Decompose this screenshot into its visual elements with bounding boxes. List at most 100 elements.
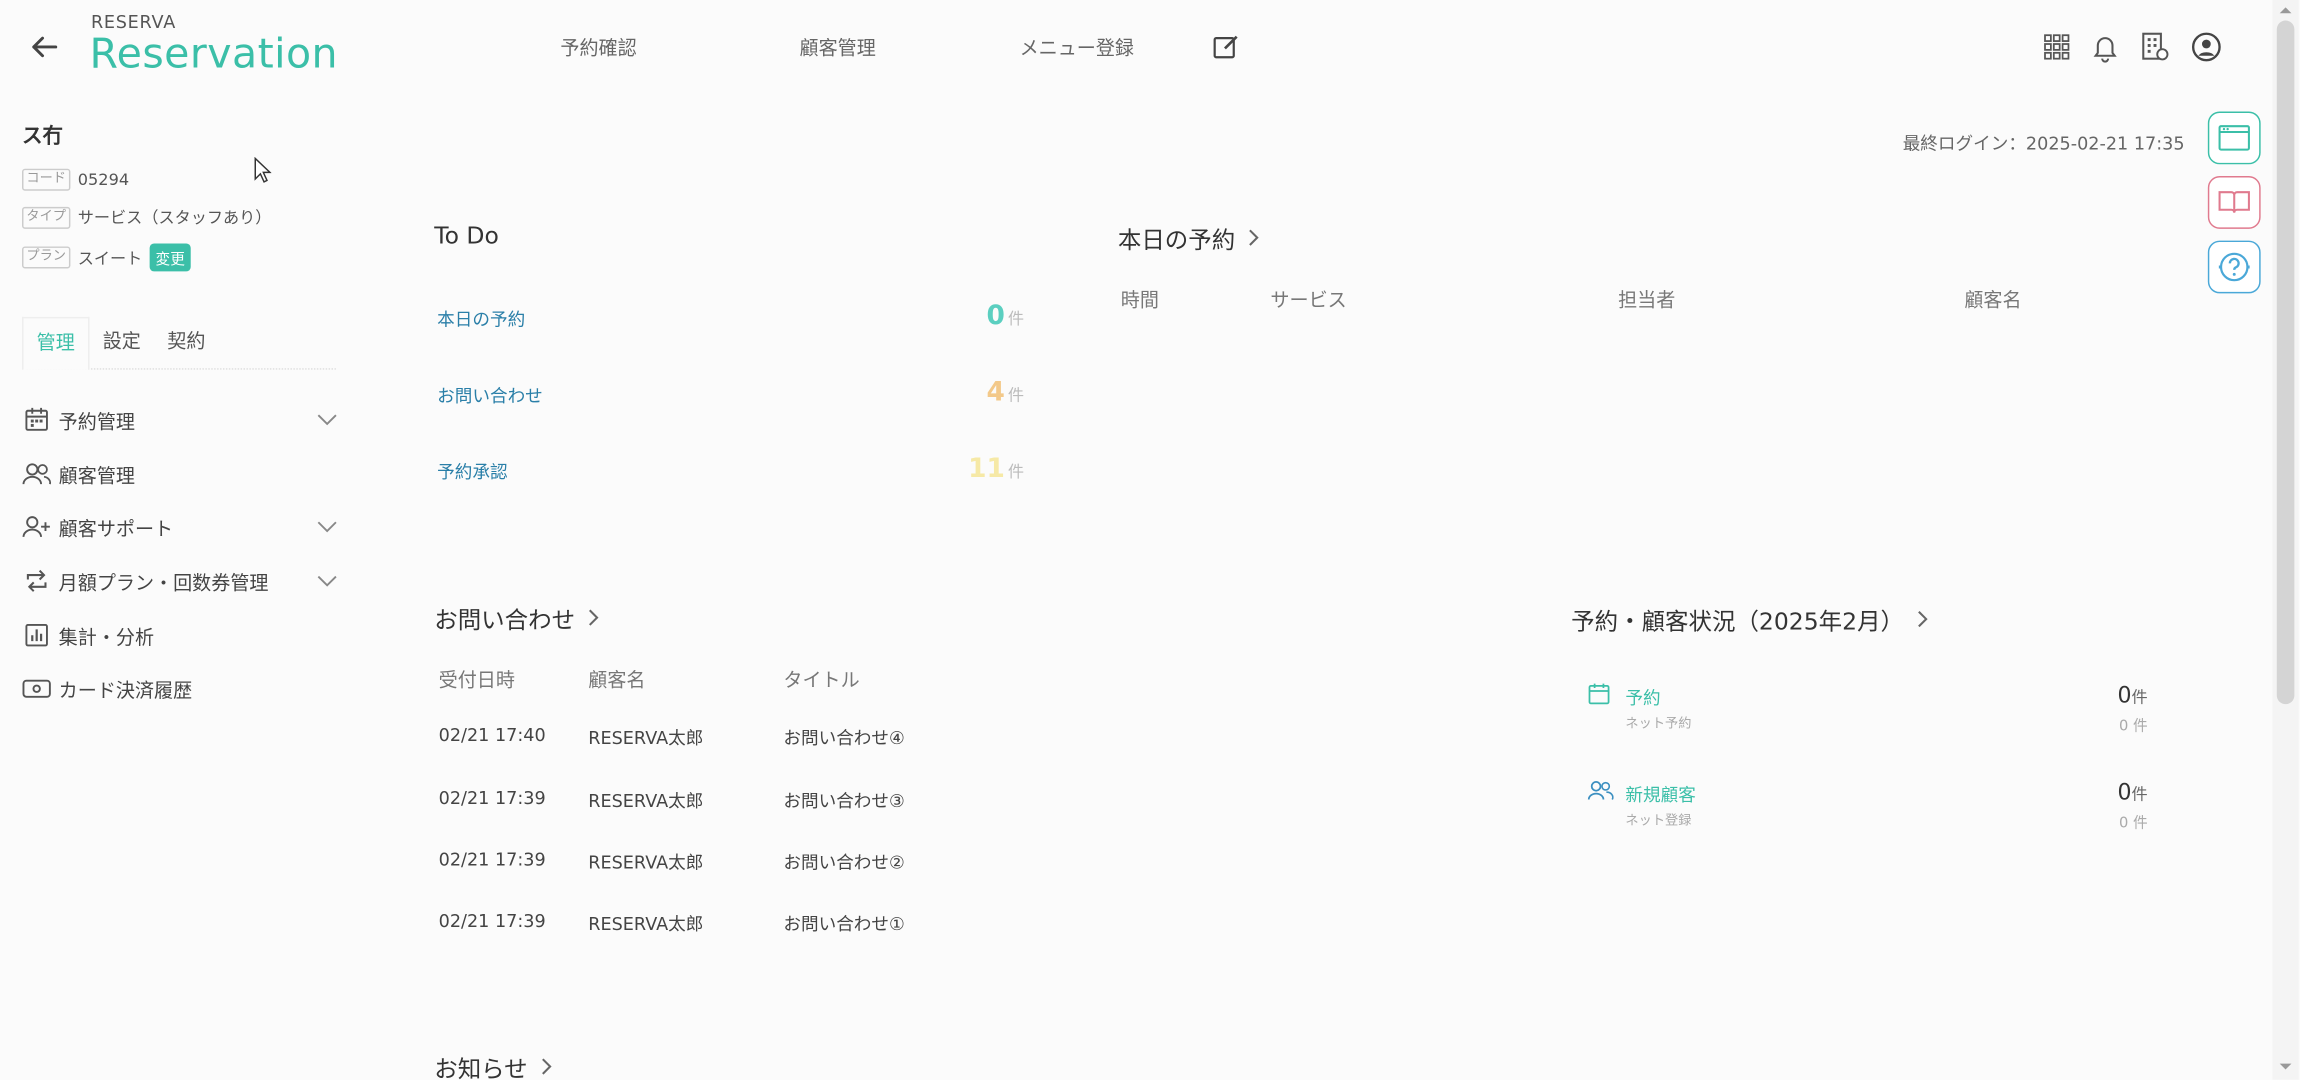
row-date: 02/21 17:39 (438, 787, 546, 809)
today-reservations-link[interactable]: 本日の予約 (1118, 220, 1262, 255)
row-title: お問い合わせ③ (783, 790, 905, 812)
user-plus-icon (22, 512, 51, 541)
mouse-cursor-icon (254, 156, 272, 183)
arrow-left-icon (32, 36, 58, 58)
chevron-right-icon (1249, 229, 1259, 246)
count-value: 4 (986, 377, 1005, 408)
row-title: お問い合わせ④ (783, 727, 905, 749)
status-reservation-sub: ネット予約 (1625, 717, 1692, 733)
shop-plan-row: プラン スイート 変更 (22, 243, 191, 272)
scrollbar-thumb[interactable] (2276, 20, 2295, 705)
book-icon (2218, 191, 2250, 213)
account-icon[interactable] (2190, 31, 2222, 63)
count-unit: 件 (2131, 688, 2148, 708)
sidebar-item-card-payment-history[interactable]: カード決済履歴 (22, 670, 339, 705)
sidebar-item-label: 顧客管理 (58, 465, 135, 488)
status-new-customer-sub: ネット登録 (1625, 814, 1692, 829)
table-row[interactable]: 02/21 17:40 RESERVA太郎 お問い合わせ④ (439, 725, 967, 754)
inquiries-title: お問い合わせ (434, 605, 576, 634)
col-received-at: 受付日時 (438, 670, 515, 693)
manual-button[interactable] (2207, 176, 2261, 229)
table-row[interactable]: 02/21 17:39 RESERVA太郎 お問い合わせ③ (439, 788, 967, 817)
col-staff: 担当者 (1618, 290, 1676, 313)
apps-grid-icon[interactable] (2041, 31, 2073, 63)
sidebar-tabs: 管理 設定 契約 (22, 316, 336, 370)
nav-menu-registration[interactable]: メニュー登録 (1020, 32, 1134, 60)
col-customer-name: 顧客名 (588, 670, 646, 693)
today-reservations-title: 本日の予約 (1117, 225, 1236, 254)
sidebar-item-label: 予約管理 (58, 411, 135, 434)
count-value: 11 (968, 453, 1005, 485)
col-service: サービス (1270, 290, 1347, 313)
inquiries-link[interactable]: お問い合わせ (434, 600, 601, 635)
row-name: RESERVA太郎 (588, 852, 704, 873)
todo-title: To Do (434, 222, 499, 250)
row-title: お問い合わせ② (783, 852, 905, 873)
tab-management[interactable]: 管理 (22, 316, 90, 370)
tab-settings[interactable]: 設定 (90, 317, 155, 370)
plan-tag: プラン (22, 246, 71, 269)
change-plan-button[interactable]: 変更 (149, 243, 191, 272)
sidebar-item-label: カード決済履歴 (58, 679, 193, 702)
status-new-customer-label[interactable]: 新規顧客 (1625, 782, 1695, 807)
sidebar-item-reservation-management[interactable]: 予約管理 (22, 402, 339, 437)
sidebar-item-label: 月額プラン・回数券管理 (58, 572, 269, 595)
repeat-icon (22, 566, 51, 595)
settings-building-icon[interactable] (2139, 31, 2171, 63)
tab-contract[interactable]: 契約 (154, 317, 219, 370)
nav-reservation-check[interactable]: 予約確認 (560, 32, 636, 60)
table-row[interactable]: 02/21 17:39 RESERVA太郎 お問い合わせ② (439, 849, 967, 878)
status-new-customer-count: 0件 (2054, 779, 2148, 805)
status-reservation-count: 0件 (2054, 682, 2148, 708)
todo-inquiries-link[interactable]: お問い合わせ (437, 383, 543, 408)
todo-title-text: To Do (434, 221, 499, 250)
count-value: 0 (986, 300, 1005, 332)
shop-code-row: コード 05294 (22, 168, 130, 191)
sidebar-item-subscription-management[interactable]: 月額プラン・回数券管理 (22, 563, 339, 598)
todo-reservation-approval-link[interactable]: 予約承認 (437, 459, 507, 484)
sidebar-item-analytics[interactable]: 集計・分析 (22, 618, 339, 653)
last-login-text: 最終ログイン：2025-02-21 17:35 (1902, 133, 2185, 155)
news-title: お知らせ (434, 1054, 528, 1080)
code-tag: コード (22, 168, 71, 191)
calendar-icon (1587, 682, 1613, 708)
card-icon (22, 673, 51, 702)
count-unit: 件 (1007, 309, 1024, 329)
sidebar-item-label: 集計・分析 (58, 627, 155, 650)
sidebar-item-label: 顧客サポート (58, 518, 174, 541)
chevron-down-icon (317, 521, 337, 533)
news-link[interactable]: お知らせ (434, 1049, 554, 1080)
row-date: 02/21 17:39 (438, 849, 546, 870)
table-row[interactable]: 02/21 17:39 RESERVA太郎 お問い合わせ① (439, 911, 967, 940)
status-reservation-label[interactable]: 予約 (1625, 685, 1660, 710)
row-name: RESERVA太郎 (588, 727, 704, 749)
col-customer-name: 顧客名 (1964, 290, 2022, 313)
scroll-up-icon[interactable] (2277, 3, 2295, 18)
reservation-customer-status-link[interactable]: 予約・顧客状況（2025年2月） (1571, 601, 1930, 636)
bell-icon[interactable] (2089, 31, 2121, 63)
back-button[interactable] (26, 29, 61, 64)
todo-inquiries-count: 4件 (939, 377, 1024, 408)
edit-icon[interactable] (1212, 32, 1241, 61)
todo-today-reservations-count: 0件 (939, 301, 1024, 332)
status-new-customer-subcount: 0 件 (2119, 815, 2148, 832)
help-support-button[interactable] (2207, 240, 2261, 294)
nav-customer-management[interactable]: 顧客管理 (800, 32, 876, 60)
sidebar-item-customer-management[interactable]: 顧客管理 (22, 456, 339, 491)
todo-today-reservations-link[interactable]: 本日の予約 (437, 307, 525, 332)
sidebar-item-customer-support[interactable]: 顧客サポート (22, 509, 339, 544)
chevron-right-icon (541, 1058, 552, 1075)
col-time: 時間 (1120, 290, 1159, 313)
chevron-down-icon (317, 575, 337, 587)
preview-site-button[interactable] (2207, 111, 2261, 165)
shop-type-row: タイプ サービス（スタッフあり） (22, 205, 271, 229)
type-tag: タイプ (22, 206, 71, 229)
shop-plan: スイート (77, 248, 143, 268)
count-value: 0 (2117, 682, 2132, 709)
chevron-right-icon (589, 609, 599, 626)
shop-code: 05294 (77, 170, 130, 190)
count-value: 0 (2117, 778, 2132, 806)
scroll-down-icon[interactable] (2277, 1059, 2295, 1074)
count-unit: 件 (2131, 784, 2148, 804)
row-date: 02/21 17:39 (438, 911, 546, 932)
